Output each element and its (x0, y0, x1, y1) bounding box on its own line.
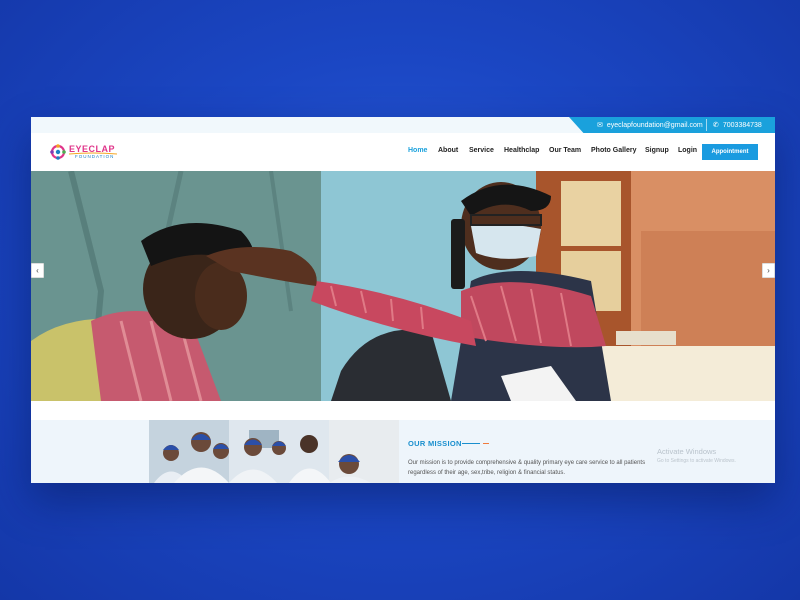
appointment-button[interactable]: Appointment (702, 144, 758, 160)
envelope-icon: ✉ (597, 122, 603, 129)
nav-photo-gallery[interactable]: Photo Gallery (591, 147, 637, 154)
mission-title: OUR MISSION (408, 439, 462, 448)
email-link[interactable]: ✉ eyeclapfoundation@gmail.com (597, 117, 703, 133)
main-nav: Home About Service Healthclap Our Team P… (31, 133, 775, 171)
slider-prev-button[interactable]: ‹ (31, 263, 44, 278)
nav-service[interactable]: Service (469, 147, 494, 154)
mission-section: OUR MISSION Our mission is to provide co… (31, 420, 775, 483)
email-text: eyeclapfoundation@gmail.com (606, 121, 703, 129)
nav-login[interactable]: Login (678, 147, 697, 154)
mission-photo (149, 420, 399, 483)
topbar-divider (706, 119, 707, 131)
slider-next-button[interactable]: › (762, 263, 775, 278)
mission-title-underline (462, 443, 480, 444)
chevron-right-icon: › (767, 266, 770, 275)
phone-icon: ✆ (713, 122, 719, 129)
website-frame: ✉ eyeclapfoundation@gmail.com ✆ 70033847… (31, 117, 775, 483)
activate-windows-subtitle: Go to Settings to activate Windows. (657, 458, 736, 464)
hero-slider: ‹ › (31, 171, 775, 401)
phone-text: 7003384738 (722, 121, 762, 129)
nav-about[interactable]: About (438, 147, 458, 154)
nav-healthclap[interactable]: Healthclap (504, 147, 539, 154)
top-contact-bar: ✉ eyeclapfoundation@gmail.com ✆ 70033847… (31, 117, 775, 133)
mission-image (149, 420, 399, 483)
activate-windows-title: Activate Windows (657, 447, 717, 456)
nav-our-team[interactable]: Our Team (549, 147, 581, 154)
hero-image (31, 171, 775, 401)
nav-signup[interactable]: Signup (645, 147, 669, 154)
site-header: EYECLAP FOUNDATION Home About Service He… (31, 133, 775, 171)
mission-title-underline-accent (483, 443, 489, 444)
chevron-left-icon: ‹ (36, 266, 39, 275)
mission-text: Our mission is to provide comprehensive … (408, 460, 646, 476)
nav-home[interactable]: Home (408, 147, 427, 154)
section-spacer (31, 401, 775, 420)
phone-link[interactable]: ✆ 7003384738 (713, 117, 762, 133)
